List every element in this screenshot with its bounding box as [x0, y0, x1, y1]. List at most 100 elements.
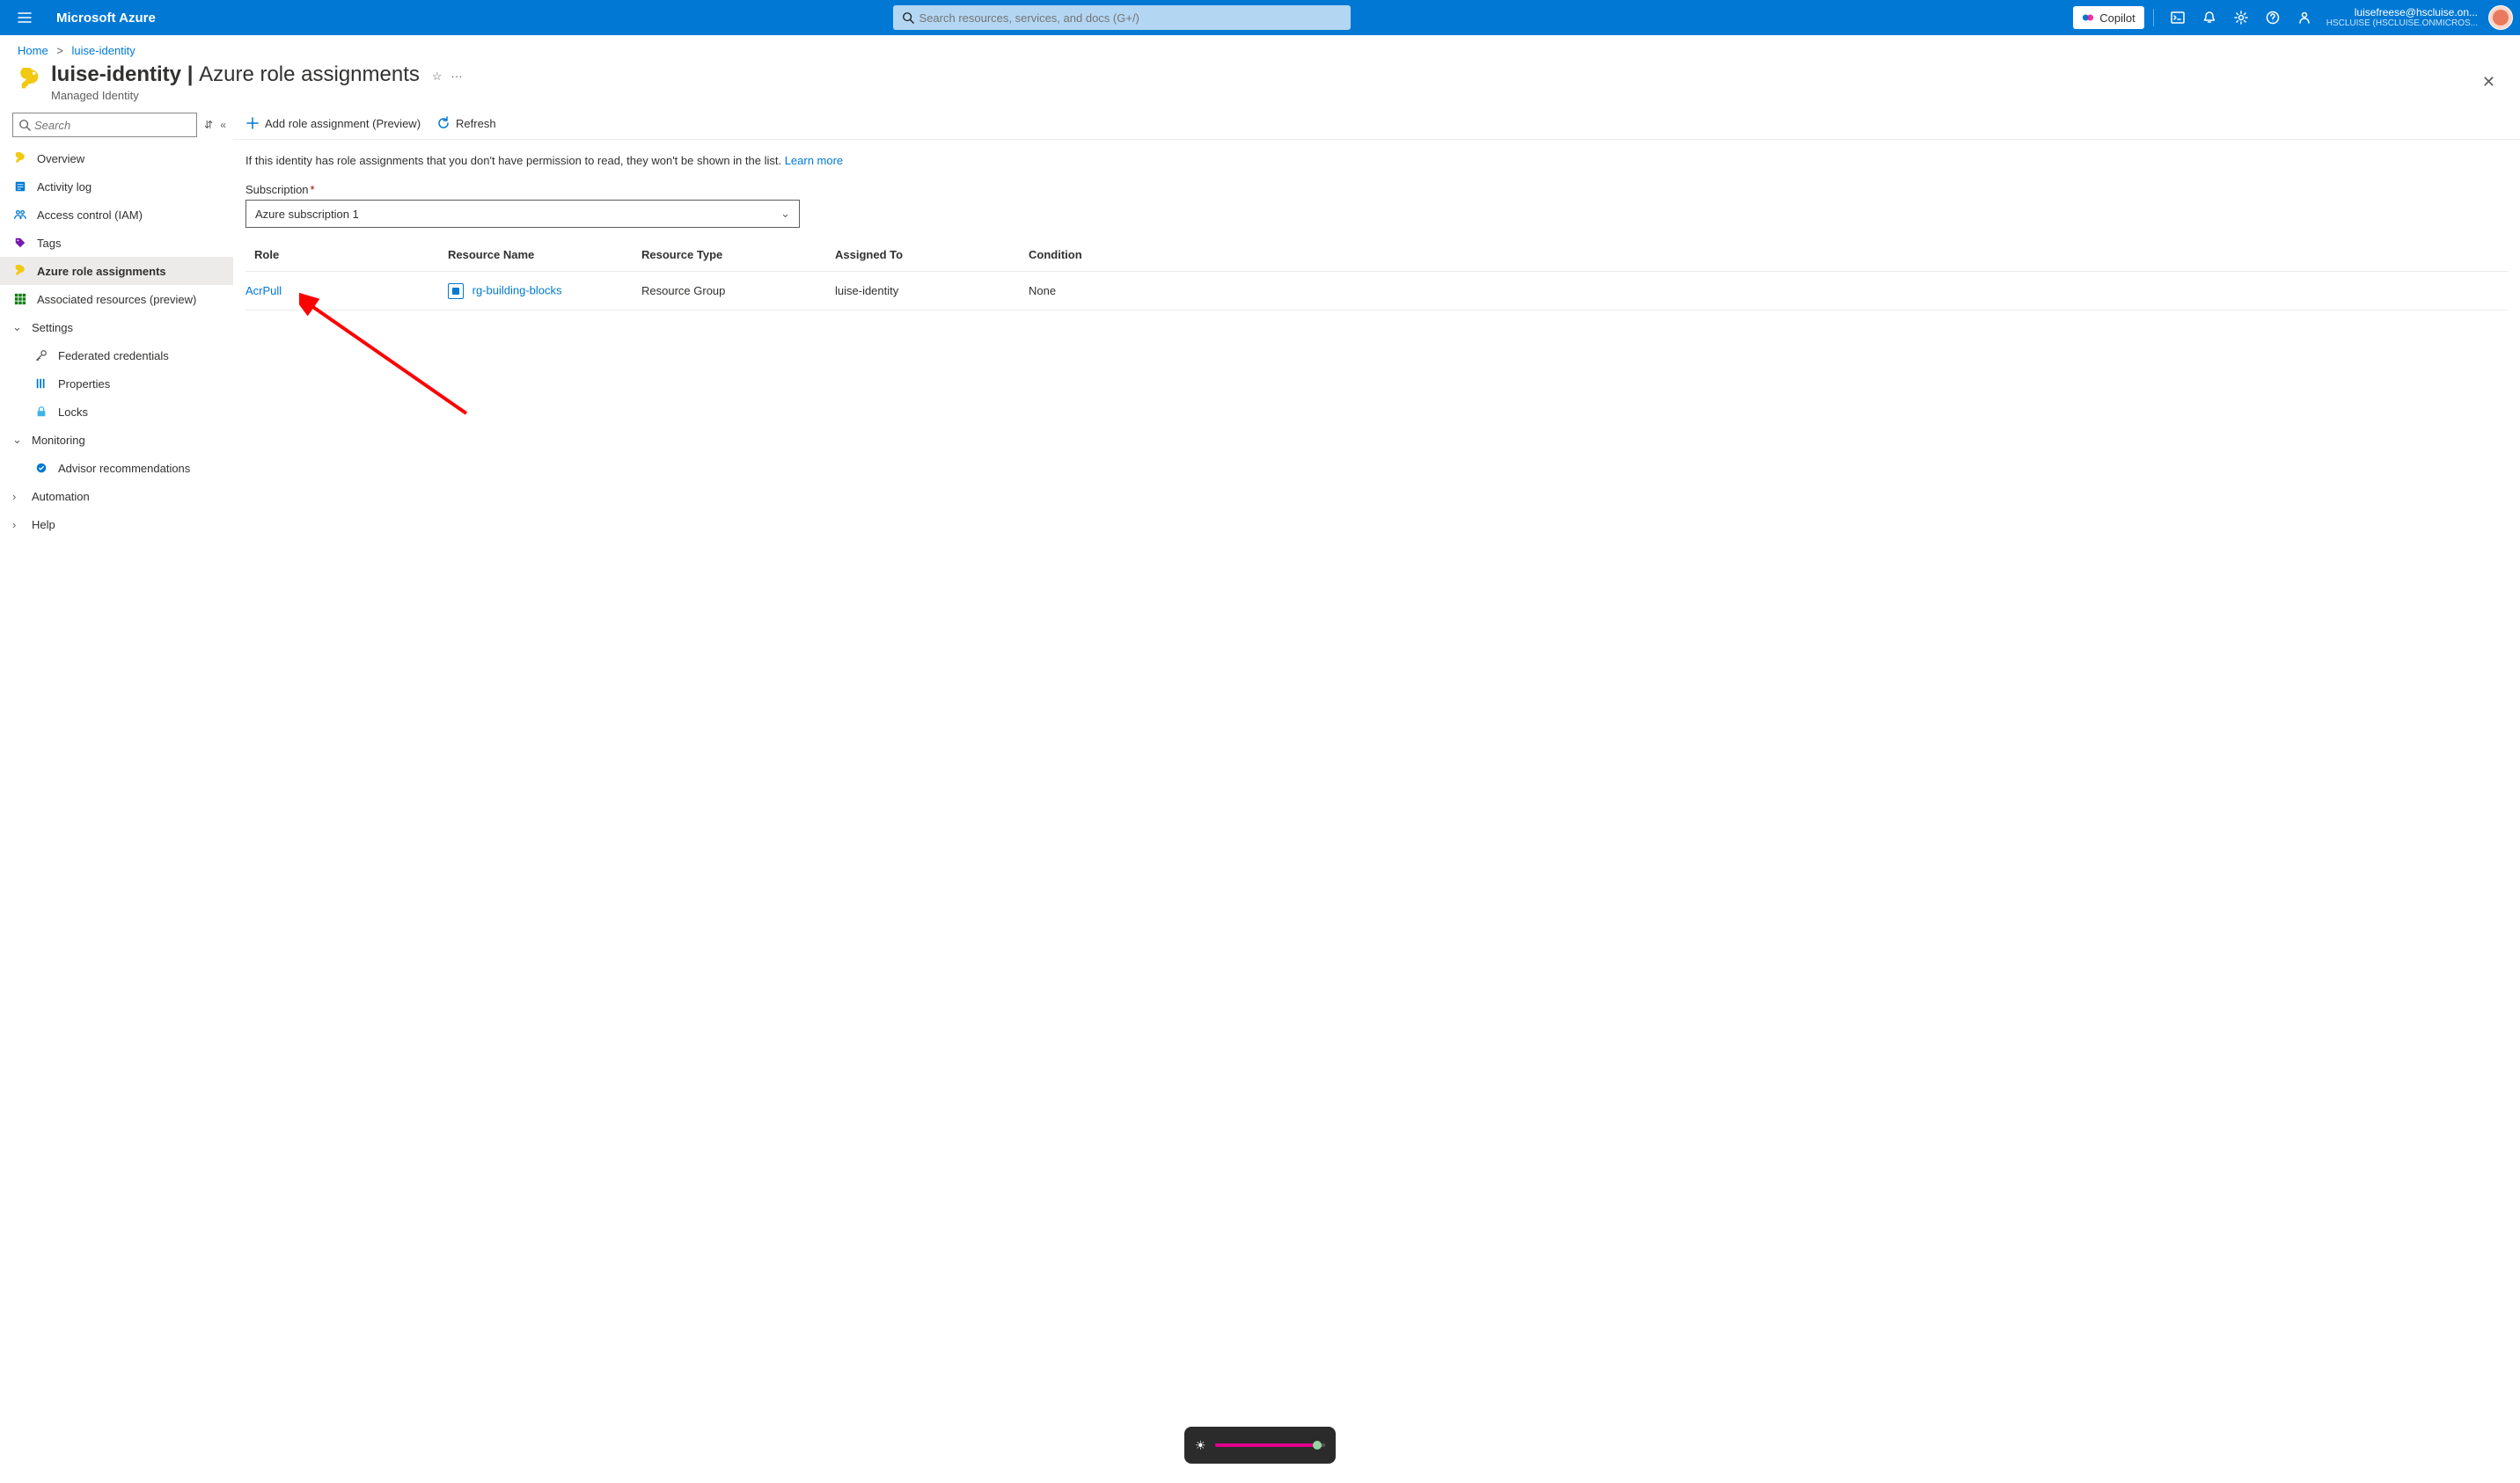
chevron-down-icon: ⌄: [12, 320, 23, 334]
key-icon: [12, 152, 28, 164]
add-role-assignment-button[interactable]: Add role assignment (Preview): [245, 116, 421, 130]
sidebar-sort-icon[interactable]: ⇵: [204, 119, 213, 131]
sidebar-item-locks[interactable]: Locks: [0, 398, 233, 426]
global-search-input[interactable]: [919, 11, 1342, 25]
info-text: If this identity has role assignments th…: [245, 154, 785, 167]
credential-key-icon: [33, 349, 49, 362]
breadcrumb-home[interactable]: Home: [18, 44, 48, 57]
lock-icon: [33, 405, 49, 418]
activity-log-icon: [12, 180, 28, 193]
sidebar-item-associated-resources[interactable]: Associated resources (preview): [0, 285, 233, 313]
top-bar: Microsoft Azure Copilot luisefreese@hscl…: [0, 0, 2520, 35]
sidebar-item-label: Associated resources (preview): [37, 293, 196, 306]
sidebar-group-label: Help: [32, 518, 55, 531]
breadcrumb-current[interactable]: luise-identity: [72, 44, 136, 57]
sidebar-item-advisor-recommendations[interactable]: Advisor recommendations: [0, 454, 233, 482]
resource-name-link[interactable]: rg-building-blocks: [472, 283, 562, 296]
account-menu[interactable]: luisefreese@hscluise.on... HSCLUISE (HSC…: [2321, 6, 2483, 29]
sidebar-group-label: Settings: [32, 321, 73, 334]
sidebar-item-label: Federated credentials: [58, 349, 169, 362]
col-assigned-to: Assigned To: [835, 248, 1029, 261]
account-email: luisefreese@hscluise.on...: [2355, 6, 2478, 18]
sidebar-search-input[interactable]: [34, 119, 191, 132]
sidebar-item-label: Overview: [37, 152, 84, 165]
brightness-icon: ☀: [1195, 1438, 1206, 1453]
col-resource-name: Resource Name: [448, 248, 641, 261]
close-blade-icon[interactable]: ✕: [2475, 69, 2502, 95]
resource-subtitle: Managed Identity: [51, 89, 420, 102]
sidebar-search[interactable]: [12, 113, 197, 137]
sidebar-group-settings[interactable]: ⌄ Settings: [0, 313, 233, 341]
subscription-value: Azure subscription 1: [255, 208, 359, 221]
refresh-button[interactable]: Refresh: [436, 116, 496, 130]
sidebar-group-automation[interactable]: › Automation: [0, 482, 233, 510]
managed-identity-key-icon: [18, 68, 42, 95]
breadcrumb: Home > luise-identity: [0, 35, 2520, 62]
subscription-label: Subscription*: [233, 176, 2520, 200]
properties-icon: [33, 377, 49, 390]
main-content: Add role assignment (Preview) Refresh If…: [233, 109, 2520, 1483]
sidebar-item-label: Access control (IAM): [37, 208, 143, 222]
sidebar-item-label: Activity log: [37, 180, 92, 194]
learn-more-link[interactable]: Learn more: [785, 154, 843, 167]
sidebar-item-label: Advisor recommendations: [58, 462, 190, 475]
copilot-button[interactable]: Copilot: [2073, 6, 2143, 29]
hamburger-menu-icon[interactable]: [7, 10, 42, 26]
sidebar-group-help[interactable]: › Help: [0, 510, 233, 538]
chevron-down-icon: ⌄: [780, 207, 790, 221]
title-separator: |: [181, 62, 199, 86]
brightness-overlay[interactable]: ☀: [1184, 1427, 1336, 1464]
favorite-star-icon[interactable]: ☆: [432, 69, 443, 84]
sidebar-collapse-icon[interactable]: «: [220, 119, 226, 131]
sidebar-item-tags[interactable]: Tags: [0, 229, 233, 257]
brightness-slider[interactable]: [1215, 1443, 1325, 1447]
brightness-knob[interactable]: [1313, 1441, 1322, 1450]
sidebar-item-access-control[interactable]: Access control (IAM): [0, 201, 233, 229]
sidebar-group-label: Automation: [32, 490, 90, 503]
toolbar-label: Add role assignment (Preview): [265, 117, 421, 130]
sidebar-group-label: Monitoring: [32, 434, 85, 447]
toolbar-label: Refresh: [456, 117, 496, 130]
role-assignments-table: Role Resource Name Resource Type Assigne…: [245, 238, 2508, 310]
col-resource-type: Resource Type: [641, 248, 835, 261]
sidebar-item-azure-role-assignments[interactable]: Azure role assignments: [0, 257, 233, 285]
table-row[interactable]: AcrPull rg-building-blocks Resource Grou…: [245, 272, 2508, 310]
brand-link[interactable]: Microsoft Azure: [42, 11, 170, 26]
subscription-select[interactable]: Azure subscription 1 ⌄: [245, 200, 800, 228]
cloud-shell-icon[interactable]: [2163, 0, 2193, 35]
col-condition: Condition: [1029, 248, 2508, 261]
sidebar-item-federated-credentials[interactable]: Federated credentials: [0, 341, 233, 369]
sidebar-item-activity-log[interactable]: Activity log: [0, 172, 233, 201]
account-tenant: HSCLUISE (HSCLUISE.ONMICROS...: [2326, 18, 2478, 29]
sidebar-item-label: Properties: [58, 377, 110, 391]
sidebar: ⇵ « Overview Activity log Access control…: [0, 109, 233, 1483]
advisor-icon: [33, 462, 49, 474]
copilot-label: Copilot: [2099, 11, 2135, 25]
help-icon[interactable]: [2258, 0, 2288, 35]
sidebar-group-monitoring[interactable]: ⌄ Monitoring: [0, 426, 233, 454]
resource-name: luise-identity: [51, 62, 181, 86]
key-icon: [12, 265, 28, 277]
avatar[interactable]: [2488, 5, 2513, 30]
notifications-icon[interactable]: [2194, 0, 2224, 35]
cell-resource-type: Resource Group: [641, 284, 835, 297]
resource-group-icon: [448, 283, 464, 299]
divider: [2153, 9, 2154, 26]
tag-icon: [12, 237, 28, 249]
breadcrumb-separator: >: [56, 44, 63, 57]
sidebar-item-overview[interactable]: Overview: [0, 144, 233, 172]
sidebar-item-properties[interactable]: Properties: [0, 369, 233, 398]
global-search[interactable]: [893, 5, 1351, 30]
toolbar: Add role assignment (Preview) Refresh: [233, 109, 2520, 140]
page-header: luise-identity | Azure role assignments …: [0, 62, 2520, 109]
settings-gear-icon[interactable]: [2226, 0, 2256, 35]
cell-assigned-to: luise-identity: [835, 284, 1029, 297]
sidebar-item-label: Tags: [37, 237, 61, 250]
people-icon: [12, 208, 28, 221]
sidebar-item-label: Locks: [58, 405, 88, 419]
feedback-icon[interactable]: [2289, 0, 2319, 35]
required-asterisk: *: [311, 183, 315, 196]
more-actions-icon[interactable]: ···: [451, 69, 463, 84]
role-link[interactable]: AcrPull: [245, 284, 282, 297]
grid-icon: [12, 293, 28, 305]
